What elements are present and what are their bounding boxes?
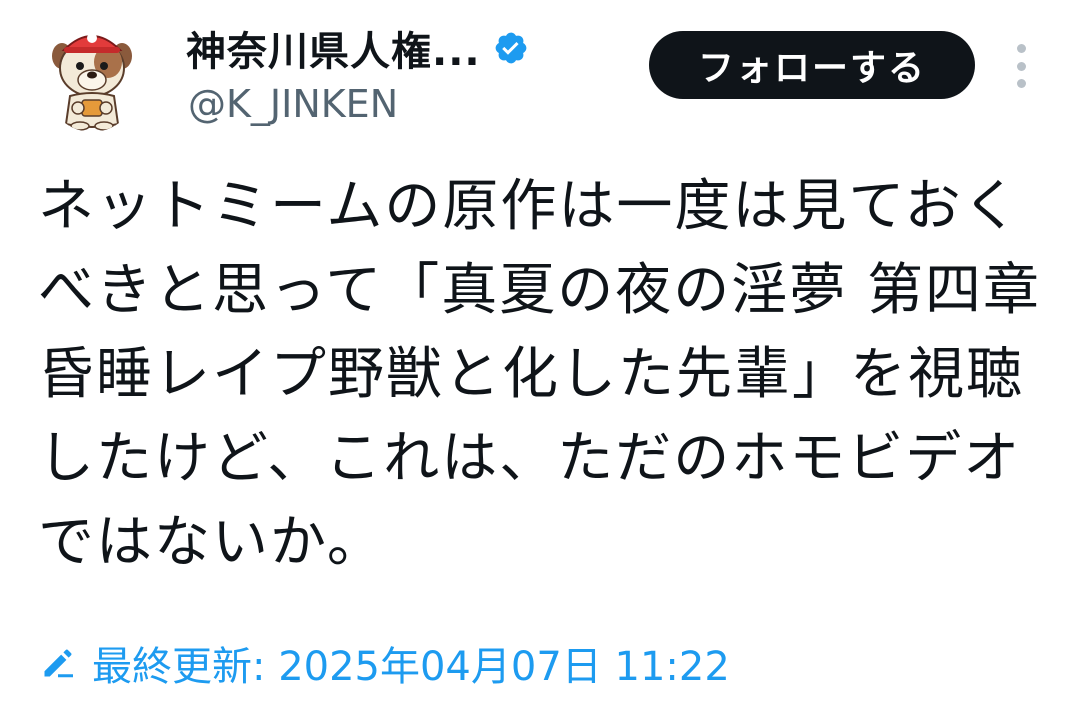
tweet-card: 神奈川県人権... @K_JINKEN フォローする ネットミームの原作は一度は… <box>0 0 1080 718</box>
more-dot <box>1016 79 1026 88</box>
user-name-row: 神奈川県人権... <box>186 19 529 77</box>
last-edited-label: 最終更新: 2025年04月07日 11:22 <box>92 644 730 690</box>
last-edited-link[interactable]: 最終更新: 2025年04月07日 11:22 <box>40 633 730 693</box>
avatar[interactable] <box>42 20 142 132</box>
more-dot <box>1016 61 1026 71</box>
bulldog-mascot-icon <box>52 33 132 131</box>
more-dot <box>1016 44 1026 53</box>
follow-button[interactable]: フォローする <box>649 31 975 99</box>
display-name[interactable]: 神奈川県人権... <box>186 19 481 77</box>
more-vertical-icon[interactable] <box>1008 44 1034 88</box>
pencil-icon <box>40 645 76 681</box>
user-handle[interactable]: @K_JINKEN <box>188 82 398 126</box>
tweet-text: ネットミームの原作は一度は見ておくべきと思って「真夏の夜の淫夢 第四章 昏睡レイ… <box>38 174 1042 575</box>
verified-badge-icon[interactable] <box>493 30 529 66</box>
